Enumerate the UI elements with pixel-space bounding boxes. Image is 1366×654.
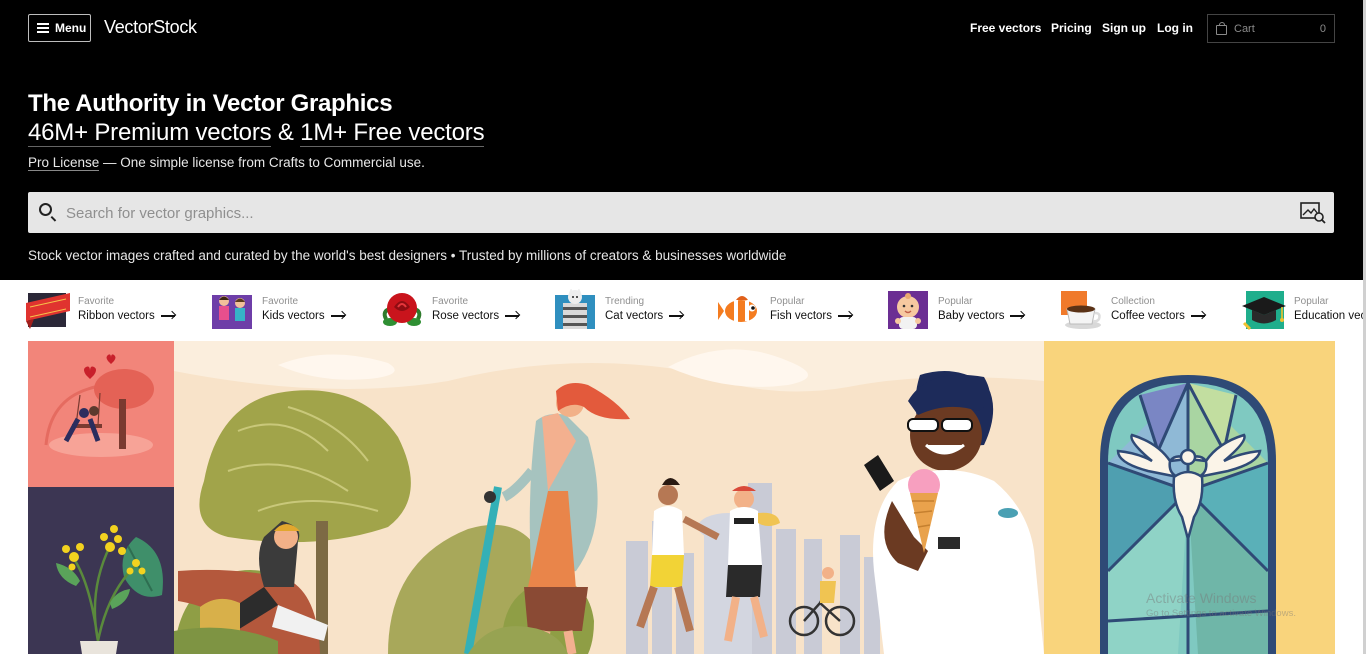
category-tag: Popular (770, 296, 805, 307)
category-fish[interactable]: Popular Fish vectors (718, 287, 852, 333)
arrow-right-icon (1010, 315, 1025, 317)
cart-label: Cart (1234, 22, 1255, 35)
license-text: — One simple license from Crafts to Comm… (99, 155, 425, 170)
fish-icon (718, 296, 757, 322)
category-label: Education vectors (1294, 310, 1363, 322)
category-ribbon[interactable]: Favorite Ribbon vectors (26, 287, 175, 333)
category-tag: Favorite (432, 296, 469, 307)
pro-license-link[interactable]: Pro License (28, 155, 100, 171)
page-title: The Authority in Vector Graphics (28, 90, 393, 117)
search-input[interactable] (64, 192, 1288, 235)
cart-count: 0 (1319, 22, 1326, 35)
ampersand: & (277, 119, 294, 146)
category-tag: Popular (938, 296, 973, 307)
cart-button[interactable]: Cart 0 (1207, 14, 1335, 43)
menu-label: Menu (55, 21, 87, 35)
search-bar (28, 192, 1334, 235)
category-baby[interactable]: Popular Baby vectors (886, 287, 1025, 333)
arrow-right-icon (669, 315, 684, 317)
image-search-icon[interactable] (1300, 201, 1326, 225)
dove-stained-glass-illustration[interactable] (1044, 341, 1335, 654)
premium-vectors-link[interactable]: 46M+ Premium vectors (28, 119, 272, 147)
baby-icon (888, 291, 928, 329)
featured-gallery (28, 341, 1335, 654)
nav-log-in[interactable]: Log in (1157, 21, 1193, 35)
category-tag: Collection (1111, 296, 1155, 307)
category-label: Coffee vectors (1111, 308, 1205, 324)
category-label: Cat vectors (605, 308, 684, 324)
category-label: Kids vectors (262, 308, 345, 324)
park-people-illustration[interactable] (174, 341, 1044, 654)
category-label: Ribbon vectors (78, 308, 175, 324)
search-icon (39, 203, 52, 216)
nav-pricing[interactable]: Pricing (1051, 21, 1092, 35)
plant-vase-illustration[interactable] (28, 487, 174, 654)
nav-free-vectors[interactable]: Free vectors (970, 21, 1041, 35)
arrow-right-icon (160, 315, 175, 317)
category-rose[interactable]: Favorite Rose vectors (380, 287, 520, 333)
tagline: Stock vector images crafted and curated … (28, 248, 787, 263)
category-tag: Popular (1294, 296, 1329, 307)
category-tag: Trending (605, 296, 645, 307)
category-education[interactable]: Popular Education vectors (1242, 287, 1363, 333)
graduation-cap-icon (1242, 291, 1286, 331)
category-tag: Favorite (262, 296, 299, 307)
arrow-right-icon (505, 315, 520, 317)
shopping-bag-icon (1216, 21, 1227, 35)
category-label: Baby vectors (938, 308, 1025, 324)
nav-sign-up[interactable]: Sign up (1102, 21, 1146, 35)
arrow-right-icon (838, 315, 852, 317)
coffee-icon (1061, 291, 1101, 329)
category-strip: Favorite Ribbon vectors Favorite Kids ve… (0, 283, 1363, 339)
logo[interactable]: VectorStock (104, 17, 197, 38)
ribbon-icon (26, 293, 70, 329)
kids-icon (210, 289, 254, 331)
menu-button[interactable]: Menu (28, 14, 91, 42)
category-cat[interactable]: Trending Cat vectors (553, 287, 684, 333)
category-tag: Favorite (78, 296, 115, 307)
category-label: Rose vectors (432, 308, 520, 324)
cat-icon (555, 289, 595, 329)
category-kids[interactable]: Favorite Kids vectors (210, 287, 345, 333)
free-vectors-link[interactable]: 1M+ Free vectors (300, 119, 485, 147)
hero-section: Menu VectorStock Free vectors Pricing Si… (0, 0, 1363, 280)
category-coffee[interactable]: Collection Coffee vectors (1059, 287, 1205, 333)
license-line: Pro License — One simple license from Cr… (28, 155, 425, 171)
hamburger-icon (37, 23, 49, 33)
love-swing-illustration[interactable] (28, 341, 174, 487)
gallery-illustrations (28, 341, 1335, 654)
category-label: Fish vectors (770, 308, 852, 324)
arrow-right-icon (330, 315, 345, 317)
hero-subtitle: 46M+ Premium vectors & 1M+ Free vectors (28, 119, 485, 147)
rose-icon (382, 293, 422, 326)
arrow-right-icon (1190, 315, 1205, 317)
